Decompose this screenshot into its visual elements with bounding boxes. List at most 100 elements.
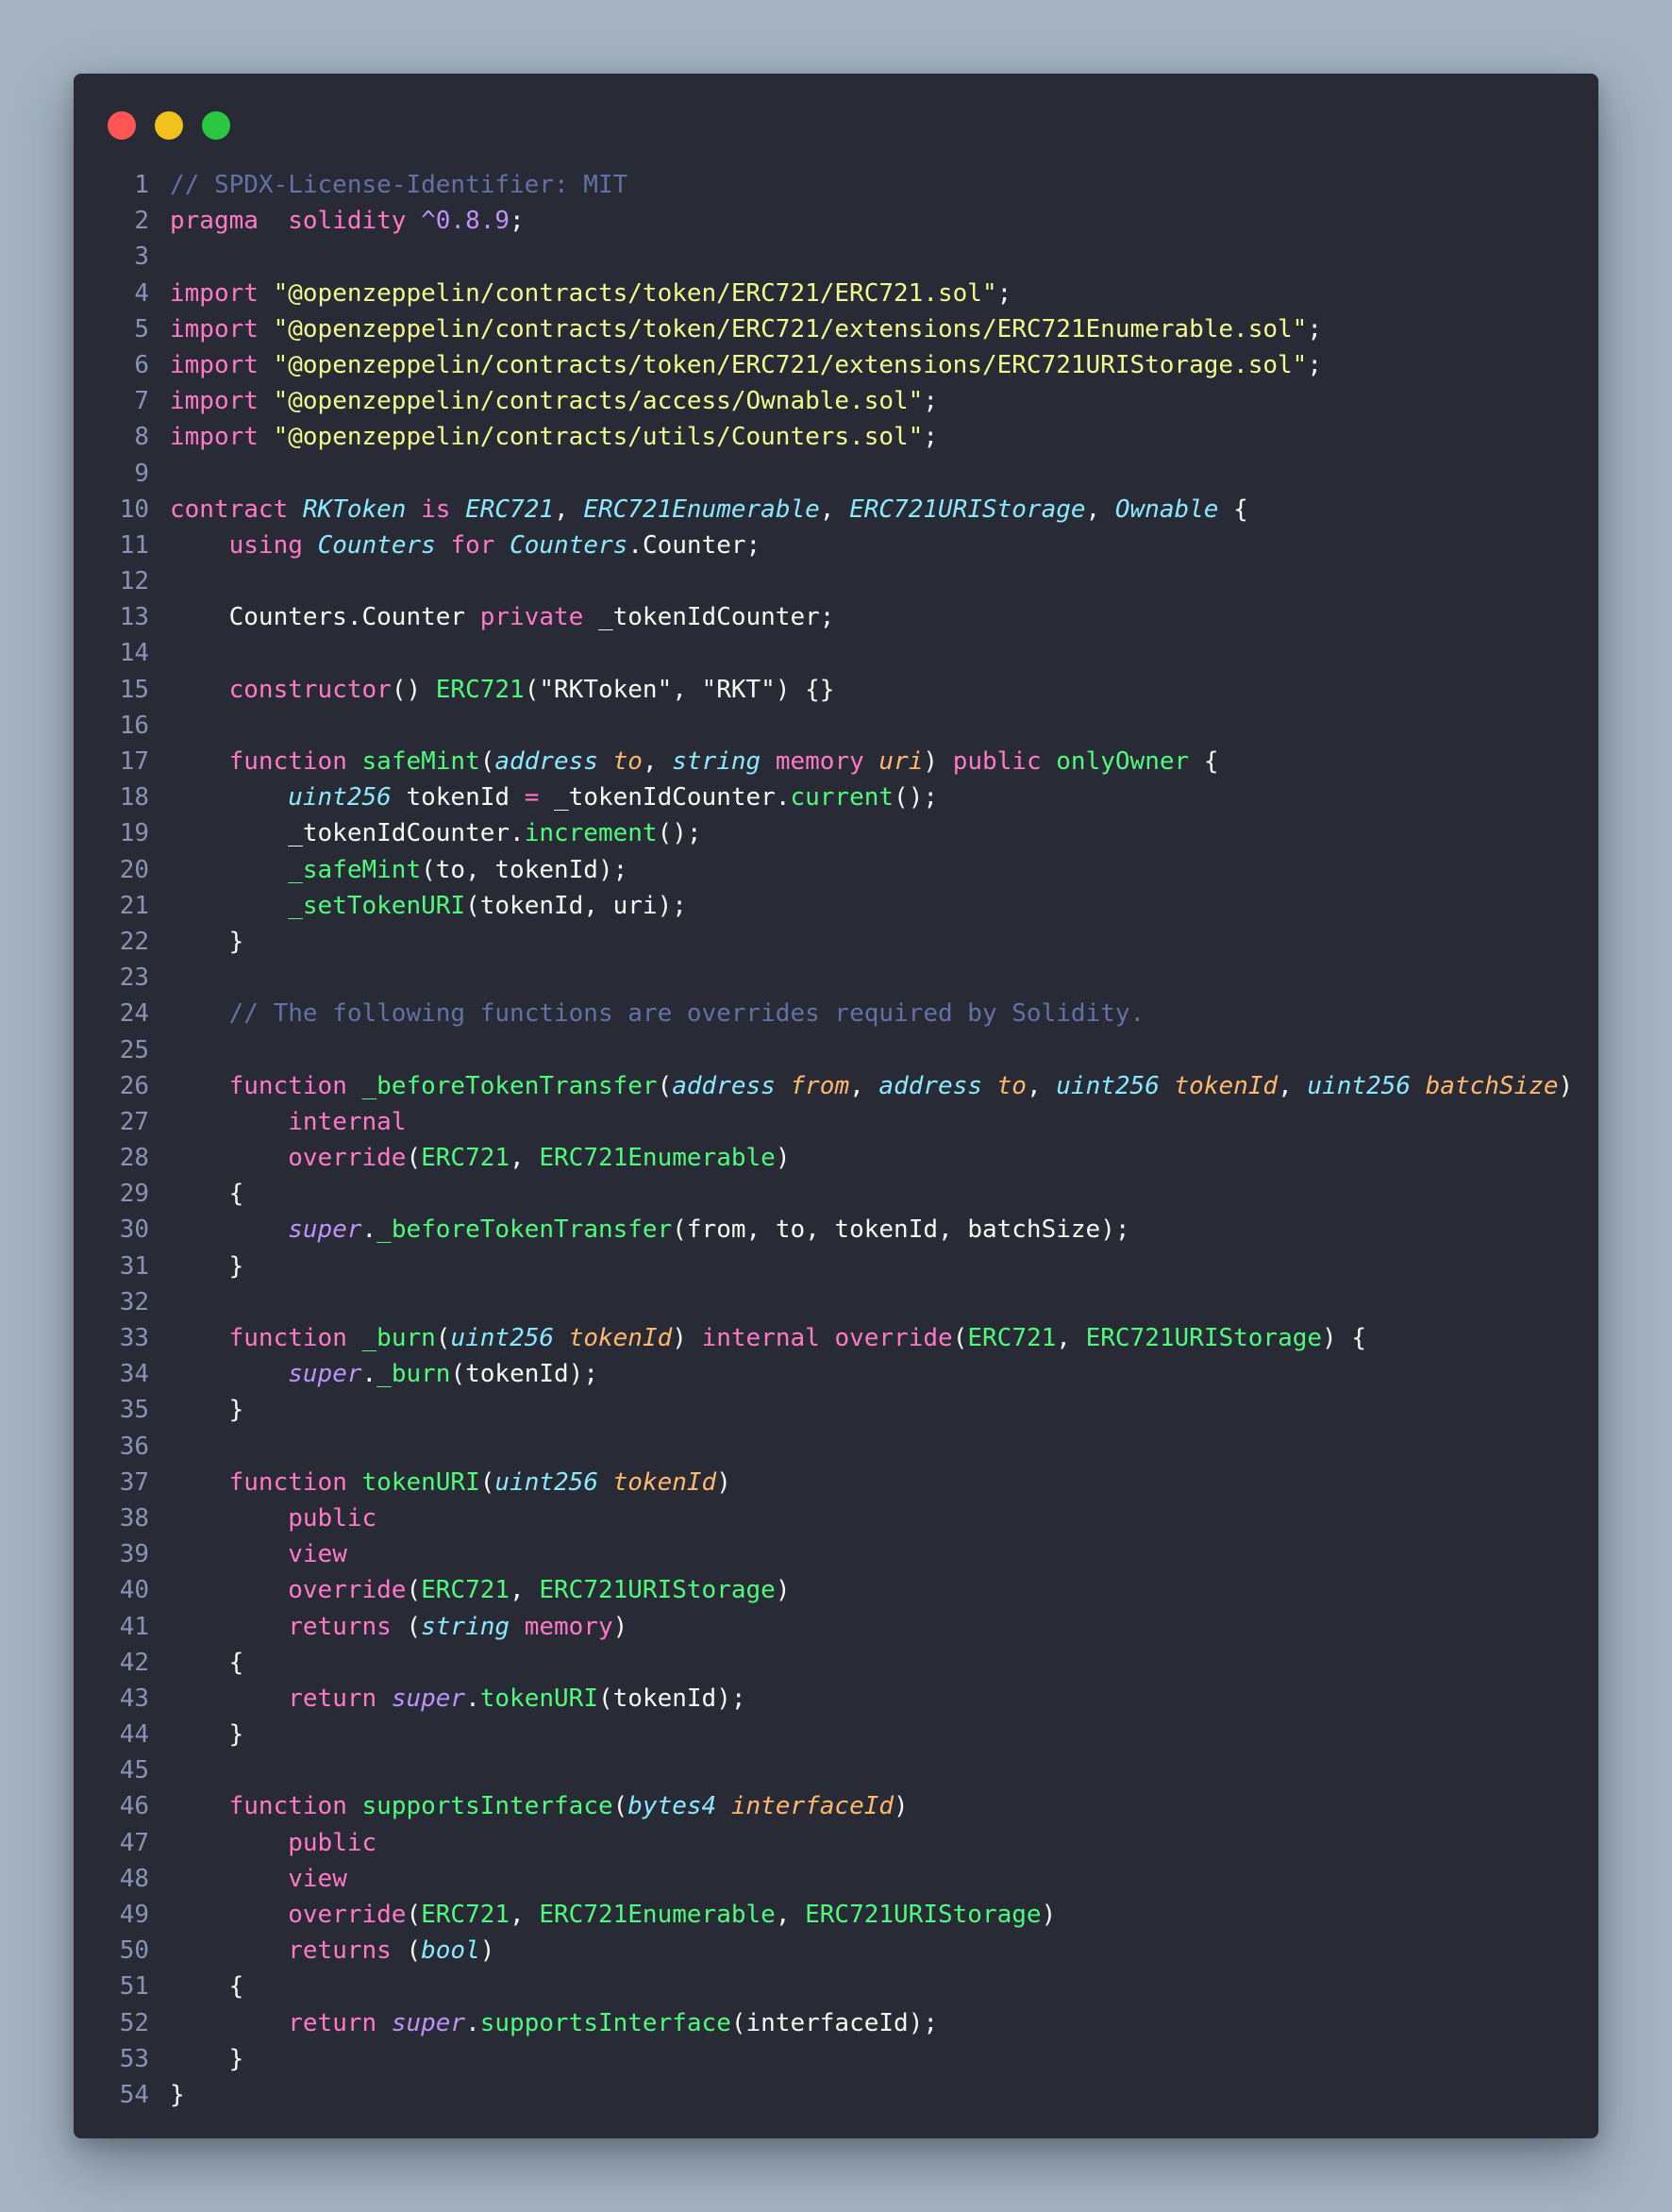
code-token: _setTokenURI <box>288 891 466 920</box>
code-token: constructor <box>228 675 392 704</box>
code-text: function _beforeTokenTransfer(address fr… <box>170 1068 1574 1104</box>
code-line: 50 returns (bool) <box>74 1933 1598 1969</box>
code-token: ERC721URIStorage <box>1085 1324 1323 1352</box>
code-token: tokenId <box>612 1467 717 1497</box>
code-line: 1 // SPDX-License-Identifier: MIT <box>74 167 1598 203</box>
code-token: string <box>421 1612 510 1641</box>
code-token: return <box>288 2008 377 2037</box>
code-text: import "@openzeppelin/contracts/utils/Co… <box>170 419 938 455</box>
code-token: for <box>450 530 495 560</box>
line-number: 12 <box>119 567 149 596</box>
code-token: Counters <box>510 530 628 560</box>
code-token: is <box>421 494 451 524</box>
code-token: . <box>465 2008 480 2037</box>
code-token: address <box>878 1071 982 1100</box>
line-number: 19 <box>119 819 149 848</box>
line-number: 36 <box>119 1432 149 1461</box>
code-token: . <box>361 1215 377 1245</box>
code-token: ( <box>952 1324 968 1352</box>
code-line: 32 <box>74 1284 1598 1320</box>
code-line: 36 <box>74 1429 1598 1465</box>
code-token: uint256 <box>288 783 392 813</box>
code-line: 13 Counters.Counter private _tokenIdCoun… <box>74 599 1598 635</box>
code-token: Counters.Counter <box>170 603 480 632</box>
code-token: () <box>391 675 436 704</box>
code-token: _burn <box>361 1324 436 1352</box>
code-line: 46 function supportsInterface(bytes4 int… <box>74 1788 1598 1824</box>
code-line: 11 using Counters for Counters.Counter; <box>74 528 1598 563</box>
code-token: // SPDX-License-Identifier: MIT <box>170 171 628 199</box>
code-line: 49 override(ERC721, ERC721Enumerable, ER… <box>74 1897 1598 1933</box>
code-token: ERC721 <box>435 675 525 704</box>
code-token: override <box>288 1576 407 1605</box>
code-text: uint256 tokenId = _tokenIdCounter.curren… <box>170 779 938 815</box>
code-line: 7 import "@openzeppelin/contracts/access/… <box>74 383 1598 419</box>
code-token: function <box>228 747 347 776</box>
code-token: } <box>170 1251 244 1281</box>
code-token: _beforeTokenTransfer <box>361 1071 658 1100</box>
code-line: 38 public <box>74 1500 1598 1536</box>
line-number: 2 <box>134 207 149 236</box>
code-line: 19 _tokenIdCounter.increment(); <box>74 815 1598 851</box>
code-token: ( <box>406 1576 422 1605</box>
code-token: public <box>288 1828 377 1857</box>
code-token: function <box>228 1071 347 1100</box>
code-token: _burn <box>376 1360 451 1389</box>
code-line: 6 import "@openzeppelin/contracts/token/E… <box>74 347 1598 383</box>
code-line: 23 <box>74 960 1598 996</box>
code-token: ( <box>406 1901 422 1929</box>
code-token: ) <box>775 1576 791 1605</box>
maximize-dot-icon[interactable] <box>202 111 230 140</box>
code-text: } <box>170 924 244 960</box>
code-token: , <box>510 1576 540 1605</box>
code-text: override(ERC721, ERC721Enumerable, ERC72… <box>170 1897 1056 1933</box>
code-token: return <box>288 1684 377 1713</box>
code-token: string <box>672 747 761 776</box>
code-line: 25 <box>74 1032 1598 1068</box>
code-text: return super.tokenURI(tokenId); <box>170 1681 745 1717</box>
code-token: _beforeTokenTransfer <box>376 1215 673 1245</box>
code-token: .Counter; <box>627 530 761 560</box>
code-token: public <box>288 1503 377 1533</box>
code-token: } <box>170 2044 244 2073</box>
code-token: uri <box>878 747 924 776</box>
line-number: 15 <box>119 675 149 704</box>
code-token: , <box>510 1144 540 1173</box>
line-number: 26 <box>119 1071 149 1100</box>
code-token: } <box>170 2080 185 2109</box>
code-token: bool <box>421 1936 480 1966</box>
code-text: return super.supportsInterface(interface… <box>170 2005 938 2041</box>
code-line: 18 uint256 tokenId = _tokenIdCounter.cur… <box>74 779 1598 815</box>
code-text: internal <box>170 1104 406 1140</box>
code-token: uint256 <box>494 1467 598 1497</box>
close-dot-icon[interactable] <box>108 111 136 140</box>
code-token: ) <box>894 1792 909 1821</box>
code-token: view <box>288 1864 347 1893</box>
code-token: internal <box>288 1107 407 1136</box>
code-line: 16 <box>74 708 1598 744</box>
code-token: ) <box>1558 1071 1574 1100</box>
code-text: import "@openzeppelin/contracts/token/ER… <box>170 276 1012 311</box>
line-number: 29 <box>119 1180 149 1209</box>
code-token: ERC721URIStorage <box>805 1901 1042 1929</box>
code-text: } <box>170 2041 244 2077</box>
minimize-dot-icon[interactable] <box>155 111 183 140</box>
code-editor[interactable]: 1 // SPDX-License-Identifier: MIT 2 pragma … <box>74 167 1598 2113</box>
code-token: ( <box>391 1936 422 1966</box>
code-token: supportsInterface <box>361 1792 613 1821</box>
